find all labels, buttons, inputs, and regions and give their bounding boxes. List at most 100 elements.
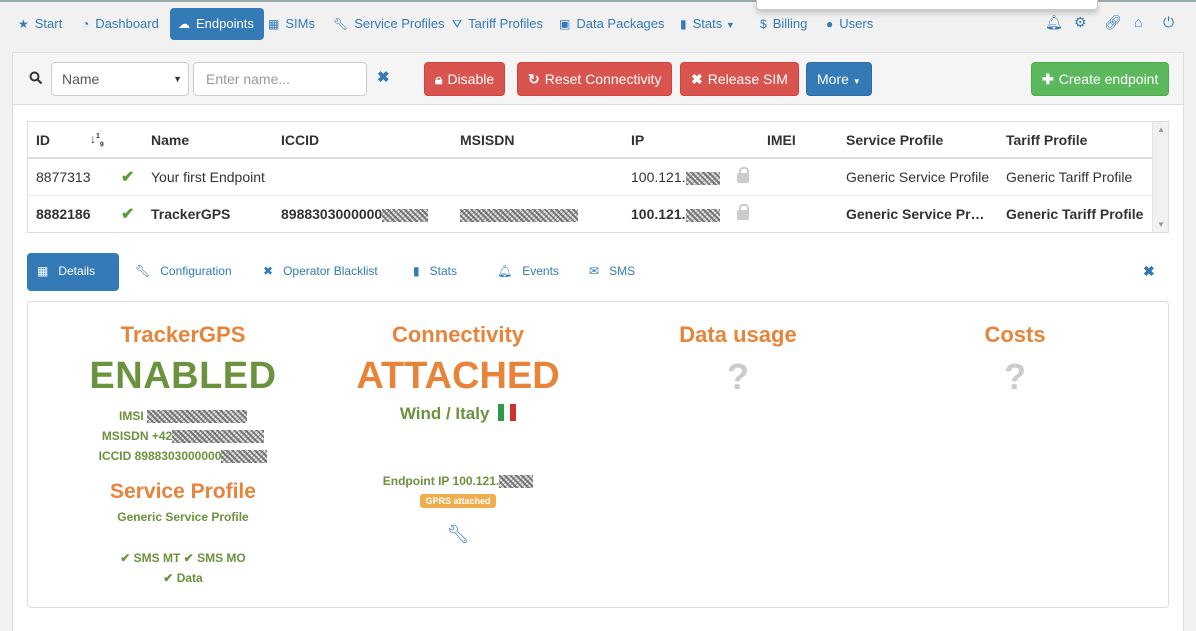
clear-filter-icon[interactable]: ✖ xyxy=(377,68,390,86)
tab-label: Stats xyxy=(429,264,457,278)
endpoint-status: ENABLED xyxy=(89,355,277,397)
costs-column: Costs ? xyxy=(875,302,1155,398)
table-row[interactable]: 8877313 ✔ Your first Endpoint 100.121. G… xyxy=(28,159,1152,196)
cell-ip-text: 100.121. xyxy=(631,169,686,185)
col-header-tariff-profile[interactable]: Tariff Profile xyxy=(1006,132,1087,148)
disable-button[interactable]: 🔒︎ Disable xyxy=(424,62,506,96)
service-profile-name[interactable]: Generic Service Profile xyxy=(43,510,323,524)
lock-icon: 🔒︎ xyxy=(435,71,443,87)
filter-select[interactable]: Name ▼ xyxy=(51,62,189,96)
connectivity-column: Connectivity ATTACHED Wind / Italy Endpo… xyxy=(318,302,598,545)
bar-chart-icon: ▮ xyxy=(680,17,687,31)
grid-icon: ▦ xyxy=(37,264,49,278)
bell-icon: 🔔︎ xyxy=(497,264,513,278)
disable-button-label: Disable xyxy=(447,71,495,87)
cell-name: TrackerGPS xyxy=(151,206,231,222)
col-header-id[interactable]: ID xyxy=(36,132,50,148)
power-icon[interactable]: ⏻ xyxy=(1163,14,1174,31)
bell-icon[interactable]: 🔔︎ xyxy=(1045,14,1063,31)
check-icon: ✔ xyxy=(121,206,135,223)
plus-icon: ✚ xyxy=(1042,71,1054,87)
nav-billing[interactable]: $ Billing xyxy=(752,8,817,40)
features-line: ✔ Data xyxy=(43,568,323,588)
redacted-block xyxy=(221,450,268,464)
cell-name: Your first Endpoint xyxy=(151,169,265,185)
cell-tariff-profile: Generic Tariff Profile xyxy=(1006,206,1144,222)
name-search-input[interactable] xyxy=(193,62,367,96)
nav-tariff-profiles[interactable]: ⛛ Tariff Profiles xyxy=(444,8,553,40)
scroll-down-icon[interactable]: ▼ xyxy=(1157,220,1165,229)
nav-label: Dashboard xyxy=(95,16,159,31)
link-icon[interactable]: 🔗︎ xyxy=(1104,14,1122,31)
tab-events[interactable]: 🔔︎ Events xyxy=(487,253,569,291)
bar-chart-icon: ▮ xyxy=(413,264,420,278)
tab-stats[interactable]: ▮ Stats xyxy=(403,253,467,291)
tab-configuration[interactable]: 🔧︎ Configuration xyxy=(125,253,242,291)
nav-endpoints[interactable]: ☁ Endpoints xyxy=(170,8,264,40)
data-usage-value: ? xyxy=(727,356,749,397)
nav-label: Start xyxy=(34,16,63,31)
nav-stats[interactable]: ▮ Stats ▼ xyxy=(672,8,745,40)
nav-data-packages[interactable]: ▣ Data Packages xyxy=(551,8,675,40)
nav-start[interactable]: ★ Start xyxy=(10,8,72,40)
wrench-icon[interactable]: 🔧︎ xyxy=(318,524,598,545)
reset-connectivity-button[interactable]: ↻ Reset Connectivity xyxy=(517,62,673,96)
more-button[interactable]: More ▼ xyxy=(806,62,872,96)
nav-label: Tariff Profiles xyxy=(468,16,543,31)
scroll-up-icon[interactable]: ▲ xyxy=(1157,125,1165,134)
close-details-icon[interactable]: ✖ xyxy=(1143,263,1155,280)
tab-operator-blacklist[interactable]: ✖ Operator Blacklist xyxy=(253,253,388,291)
sort-icon[interactable]: ↓19 xyxy=(90,132,104,148)
endpoints-panel: Name ▼ ✖ 🔒︎Disable ↻Reset Connectivity ✖… xyxy=(12,52,1184,631)
endpoint-ip-label: Endpoint IP 100.121. xyxy=(382,474,500,488)
feature-label: Data xyxy=(176,571,203,585)
cell-ip: 100.121. xyxy=(631,169,720,185)
endpoints-table: ID ↓19 Name ICCID MSISDN IP IMEI Service… xyxy=(27,121,1169,233)
redacted-block xyxy=(685,208,720,222)
endpoint-status-column: TrackerGPS ENABLED IMSI MSISDN +42 ICCID… xyxy=(43,302,323,588)
redacted-block xyxy=(382,208,429,222)
gear-icon[interactable]: ⚙ xyxy=(1074,14,1087,31)
costs-value: ? xyxy=(1004,356,1026,397)
nav-service-profiles[interactable]: 🔧︎ Service Profiles xyxy=(325,8,455,40)
dollar-icon: $ xyxy=(760,17,767,31)
nav-dashboard[interactable]: ◔ Dashboard xyxy=(74,8,169,40)
connectivity-status: ATTACHED xyxy=(356,355,560,397)
msisdn-label: MSISDN +42 xyxy=(101,429,173,443)
col-header-service-profile[interactable]: Service Profile xyxy=(846,132,943,148)
nav-label: Billing xyxy=(772,16,808,31)
cell-msisdn xyxy=(460,206,578,222)
cell-iccid: 8988303000000 xyxy=(281,206,429,222)
tab-sms[interactable]: ✉ SMS xyxy=(579,253,645,291)
redacted-block xyxy=(172,430,265,444)
table-row[interactable]: 8882186 ✔ TrackerGPS 8988303000000 100.1… xyxy=(28,196,1152,232)
tab-details[interactable]: ▦ Details xyxy=(27,253,119,291)
top-nav: ★ Start ◔ Dashboard ☁ Endpoints ▦ SIMs 🔧︎ Ser… xyxy=(0,0,1196,46)
iccid-label: ICCID 8988303000000 xyxy=(98,449,222,463)
redacted-block xyxy=(685,171,720,185)
redacted-block xyxy=(460,208,578,222)
col-header-msisdn[interactable]: MSISDN xyxy=(460,132,514,148)
create-endpoint-button[interactable]: ✚ Create endpoint xyxy=(1031,62,1170,96)
cell-iccid-text: 8988303000000 xyxy=(281,206,383,222)
nav-users[interactable]: ● Users xyxy=(818,8,883,40)
cloud-icon: ☁ xyxy=(178,17,190,31)
feature-label: SMS MO xyxy=(197,551,246,565)
home-icon[interactable]: ⌂ xyxy=(1134,14,1142,30)
costs-title: Costs xyxy=(984,322,1046,347)
nav-label: Endpoints xyxy=(196,16,254,31)
nav-label: Data Packages xyxy=(576,16,665,31)
col-header-iccid[interactable]: ICCID xyxy=(281,132,319,148)
chevron-down-icon: ▼ xyxy=(173,74,182,84)
col-header-name[interactable]: Name xyxy=(151,132,189,148)
redacted-block xyxy=(499,475,534,489)
nav-sims[interactable]: ▦ SIMs xyxy=(260,8,325,40)
col-header-imei[interactable]: IMEI xyxy=(767,132,796,148)
connectivity-title: Connectivity xyxy=(391,322,525,347)
release-sim-button[interactable]: ✖ Release SIM xyxy=(680,62,799,96)
wrench-icon: 🔧︎ xyxy=(135,264,151,278)
nav-label: Users xyxy=(839,16,874,31)
table-scrollbar[interactable]: ▲ ▼ xyxy=(1152,122,1168,232)
col-header-ip[interactable]: IP xyxy=(631,132,644,148)
tab-label: Operator Blacklist xyxy=(283,264,378,278)
